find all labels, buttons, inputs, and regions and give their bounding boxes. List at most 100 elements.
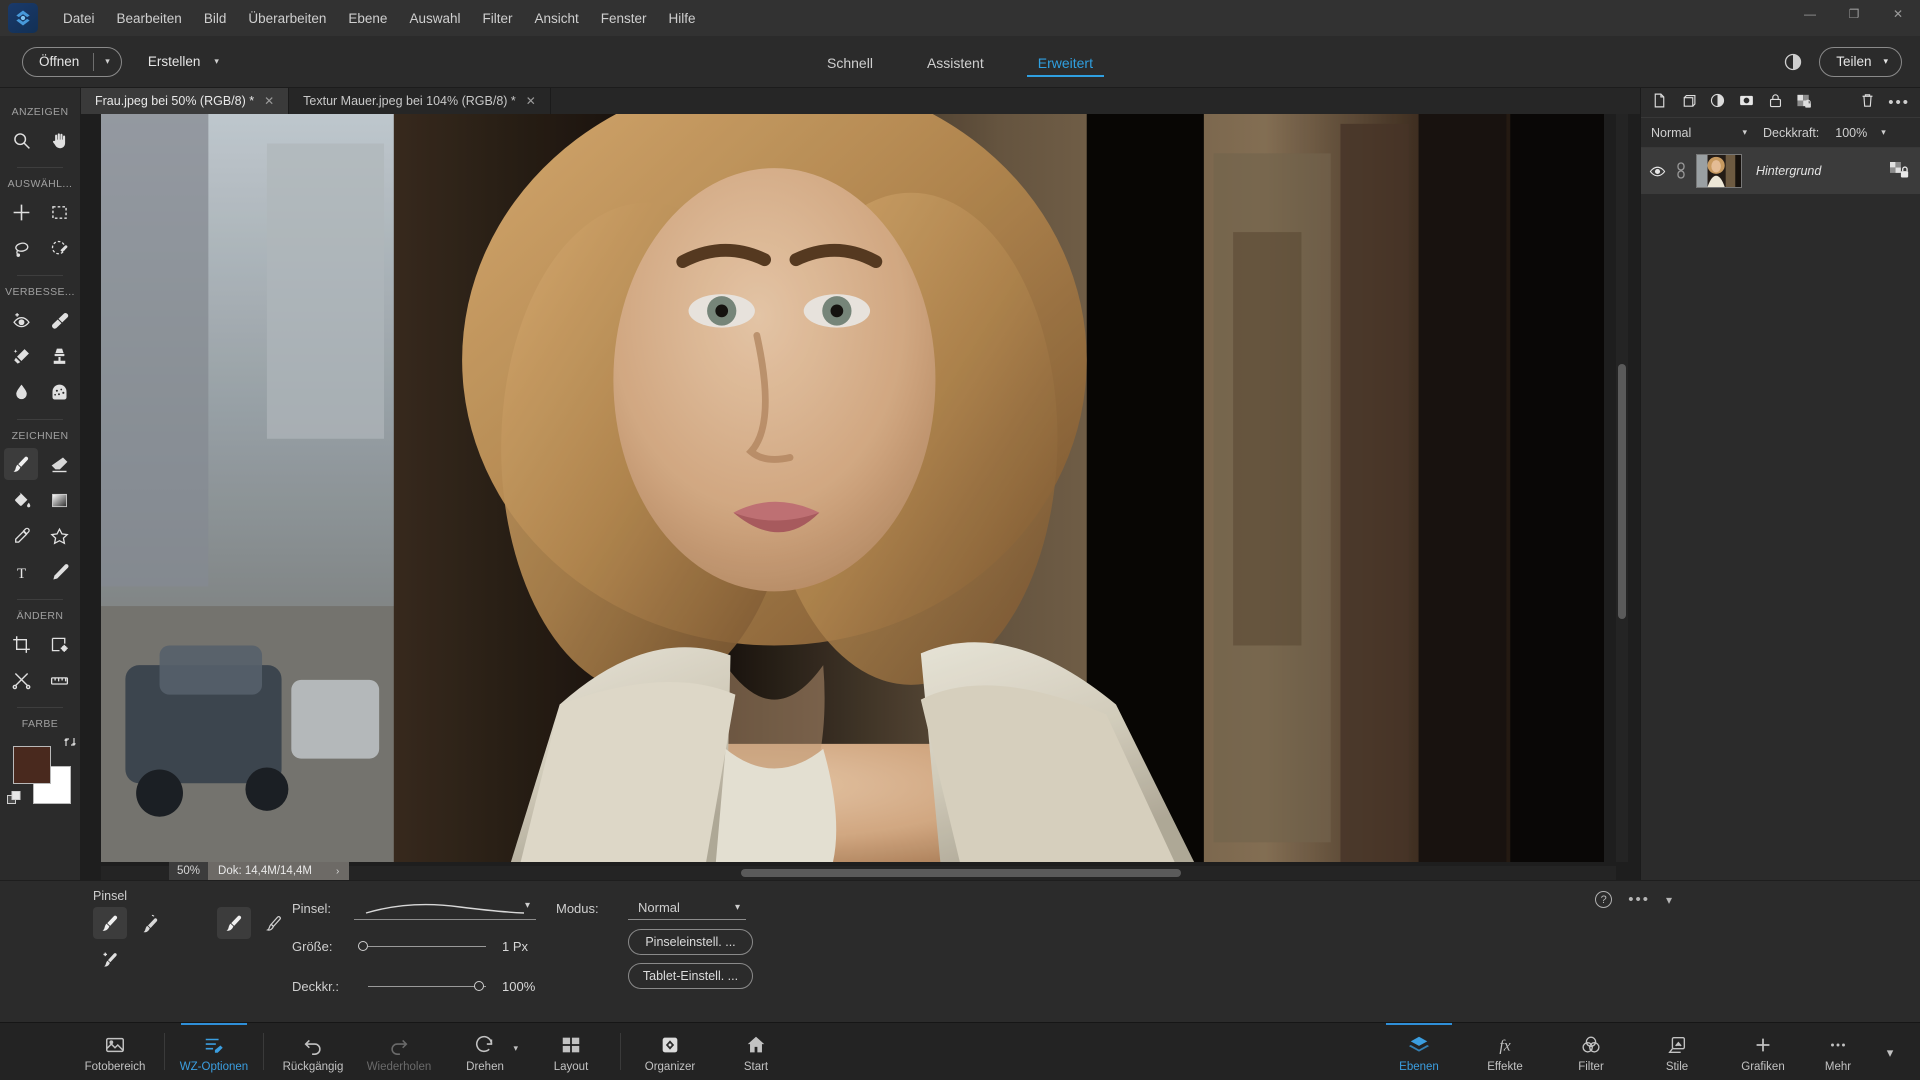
- taskbar-expand-button[interactable]: ▾: [1870, 1023, 1910, 1080]
- menu-bild[interactable]: Bild: [193, 7, 238, 30]
- brush-preset-select[interactable]: ▾: [354, 896, 536, 920]
- blend-mode-select[interactable]: Normal ▾: [1651, 126, 1747, 140]
- brush-tool[interactable]: [4, 448, 38, 480]
- help-icon[interactable]: ?: [1595, 891, 1613, 908]
- image-canvas[interactable]: [101, 114, 1604, 862]
- hand-tool[interactable]: [42, 124, 76, 156]
- brush-size-slider[interactable]: [358, 936, 486, 956]
- spot-healing-tool[interactable]: [42, 304, 76, 336]
- more-options-icon[interactable]: •••: [1888, 94, 1910, 111]
- menu-fenster[interactable]: Fenster: [590, 7, 658, 30]
- impressionist-brush-option[interactable]: [133, 907, 167, 939]
- sponge-tool[interactable]: [42, 376, 76, 408]
- chevron-down-icon[interactable]: ▾: [1881, 127, 1886, 138]
- maximize-button[interactable]: ❐: [1832, 0, 1876, 28]
- brush-tool-option[interactable]: [93, 907, 127, 939]
- duplicate-layer-icon[interactable]: [1680, 92, 1697, 114]
- taskbar-item-organizer[interactable]: Organizer: [627, 1023, 713, 1080]
- taskbar-item-ebenen[interactable]: Ebenen: [1376, 1023, 1462, 1080]
- brush-settings-option[interactable]: [93, 943, 127, 975]
- taskbar-item-start[interactable]: Start: [713, 1023, 799, 1080]
- foreground-color-swatch[interactable]: [13, 746, 51, 784]
- chevron-right-icon[interactable]: ›: [336, 866, 339, 877]
- brush-opacity-value[interactable]: 100%: [502, 979, 535, 994]
- crop-tool[interactable]: [4, 628, 38, 660]
- taskbar-item-drehen[interactable]: Drehen ▾: [442, 1023, 528, 1080]
- canvas-vertical-scrollbar[interactable]: [1616, 114, 1628, 862]
- color-picker-tool[interactable]: [4, 520, 38, 552]
- layer-thumbnail[interactable]: [1696, 154, 1742, 188]
- scrollbar-thumb[interactable]: [1618, 364, 1626, 619]
- share-button[interactable]: Teilen ▾: [1819, 46, 1902, 77]
- type-tool[interactable]: T: [4, 556, 38, 588]
- menu-ueberarbeiten[interactable]: Überarbeiten: [237, 7, 337, 30]
- taskbar-item-layout[interactable]: Layout: [528, 1023, 614, 1080]
- taskbar-item-filter[interactable]: Filter: [1548, 1023, 1634, 1080]
- content-aware-move-tool[interactable]: [4, 664, 38, 696]
- menu-hilfe[interactable]: Hilfe: [658, 7, 707, 30]
- layer-row-hintergrund[interactable]: Hintergrund: [1641, 148, 1920, 194]
- taskbar-item-rueckgaengig[interactable]: Rückgängig: [270, 1023, 356, 1080]
- blur-tool[interactable]: [4, 376, 38, 408]
- swap-colors-icon[interactable]: [63, 735, 77, 749]
- brush-settings-button[interactable]: Pinseleinstell. ...: [628, 929, 753, 955]
- chevron-down-icon[interactable]: ▾: [513, 1043, 518, 1054]
- close-icon[interactable]: ✕: [526, 94, 536, 108]
- opacity-value[interactable]: 100%: [1835, 126, 1867, 140]
- minimize-button[interactable]: —: [1788, 0, 1832, 28]
- collapse-panel-icon[interactable]: ▾: [1666, 893, 1672, 907]
- menu-ebene[interactable]: Ebene: [337, 7, 398, 30]
- brush-opacity-slider[interactable]: [358, 976, 486, 996]
- new-layer-icon[interactable]: [1651, 92, 1668, 114]
- canvas-viewport[interactable]: 50% Dok: 14,4M/14,4M ›: [81, 114, 1640, 880]
- clone-stamp-tool[interactable]: [42, 340, 76, 372]
- menu-filter[interactable]: Filter: [471, 7, 523, 30]
- menu-datei[interactable]: Datei: [52, 7, 106, 30]
- pencil-tool[interactable]: [42, 556, 76, 588]
- gradient-tool[interactable]: [42, 484, 76, 516]
- chevron-down-icon[interactable]: ▾: [94, 56, 121, 67]
- taskbar-item-fotobereich[interactable]: Fotobereich: [72, 1023, 158, 1080]
- mode-select[interactable]: Normal ▾: [628, 896, 746, 920]
- create-button[interactable]: Erstellen ▾: [148, 47, 219, 77]
- tablet-settings-button[interactable]: Tablet-Einstell. ...: [628, 963, 753, 989]
- tab-erweitert[interactable]: Erweitert: [1026, 41, 1105, 83]
- document-tab-frau[interactable]: Frau.jpeg bei 50% (RGB/8) * ✕: [81, 88, 290, 114]
- red-eye-tool[interactable]: [4, 304, 38, 336]
- quick-selection-tool[interactable]: [42, 232, 76, 264]
- document-tab-textur-mauer[interactable]: Textur Mauer.jpeg bei 104% (RGB/8) * ✕: [289, 88, 551, 114]
- delete-layer-icon[interactable]: [1859, 92, 1876, 114]
- taskbar-item-wiederholen[interactable]: Wiederholen: [356, 1023, 442, 1080]
- layer-mask-icon[interactable]: [1738, 92, 1755, 114]
- taskbar-item-stile[interactable]: Stile: [1634, 1023, 1720, 1080]
- close-button[interactable]: ✕: [1876, 0, 1920, 28]
- marquee-tool[interactable]: [42, 196, 76, 228]
- slider-knob[interactable]: [358, 941, 368, 951]
- more-options-icon[interactable]: •••: [1628, 891, 1650, 908]
- tab-assistent[interactable]: Assistent: [923, 41, 988, 83]
- taskbar-item-wz-optionen[interactable]: WZ-Optionen: [171, 1023, 257, 1080]
- zoom-level[interactable]: 50%: [169, 862, 209, 880]
- scrollbar-thumb[interactable]: [741, 869, 1181, 877]
- taskbar-item-grafiken[interactable]: Grafiken: [1720, 1023, 1806, 1080]
- brush-size-value[interactable]: 1 Px: [502, 939, 528, 954]
- eraser-tool[interactable]: [42, 448, 76, 480]
- reset-colors-icon[interactable]: [7, 791, 22, 806]
- link-layers-icon[interactable]: [1674, 160, 1688, 182]
- straighten-tool[interactable]: [42, 664, 76, 696]
- lock-transparency-icon[interactable]: [1890, 162, 1910, 180]
- move-tool[interactable]: [4, 196, 38, 228]
- contrast-icon[interactable]: [1783, 52, 1803, 72]
- taskbar-item-mehr[interactable]: Mehr: [1806, 1023, 1870, 1080]
- zoom-tool[interactable]: [4, 124, 38, 156]
- menu-ansicht[interactable]: Ansicht: [523, 7, 589, 30]
- adjustment-layer-icon[interactable]: [1709, 92, 1726, 114]
- recompose-tool[interactable]: [42, 628, 76, 660]
- paint-bucket-tool[interactable]: [4, 484, 38, 516]
- lock-transparency-icon[interactable]: [1796, 92, 1813, 114]
- brush-variant-option[interactable]: [217, 907, 251, 939]
- menu-bearbeiten[interactable]: Bearbeiten: [106, 7, 193, 30]
- slider-knob[interactable]: [474, 981, 484, 991]
- color-replacement-brush-option[interactable]: [257, 907, 291, 939]
- lock-layer-icon[interactable]: [1767, 92, 1784, 114]
